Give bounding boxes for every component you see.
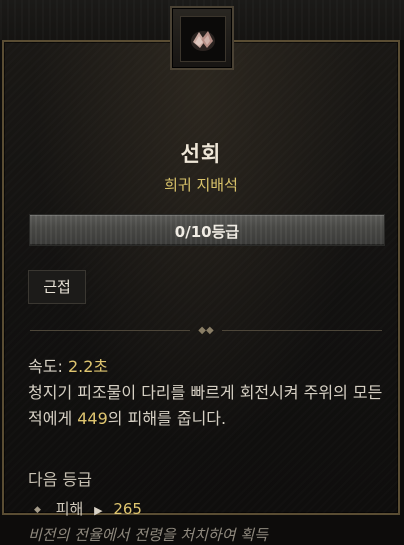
next-rank-stat-label: 피해: [55, 500, 84, 518]
divider-line-right: [222, 330, 382, 331]
item-icon-slot: [180, 16, 226, 62]
description-text-2: 의 피해를 줍니다.: [107, 409, 227, 428]
section-divider: ◆◆: [30, 325, 382, 337]
next-rank-stat: ◆ 피해 ▶ 265: [34, 498, 142, 519]
speed-label: 속도:: [28, 357, 63, 376]
rank-text: 0/10등급: [174, 223, 240, 241]
item-tooltip-panel: 선회 희귀 지배석 0/10등급 근접 ◆◆ 속도: 2.2초 청지기 피조물이…: [2, 40, 400, 544]
next-rank-label: 다음 등급: [28, 470, 92, 489]
diamond-bullet-icon: ◆: [34, 505, 41, 515]
item-rarity: 희귀 지배석: [164, 176, 238, 194]
arrow-right-icon: ▶: [94, 504, 103, 517]
divider-ornament-icon: ◆◆: [198, 325, 214, 336]
item-title: 선회: [180, 142, 222, 166]
category-tag: 근접: [28, 270, 86, 304]
speed-value: 2.2초: [67, 357, 109, 376]
divider-line-left: [30, 330, 190, 331]
crystal-icon: [191, 31, 215, 51]
rank-bar: 0/10등급: [29, 214, 385, 246]
description: 청지기 피조물이 다리를 빠르게 회전시켜 주위의 모든 적에게 449의 피해…: [28, 380, 388, 432]
item-icon-frame: [170, 6, 234, 70]
source-text: 비전의 전율에서 전령을 처치하여 획득: [28, 526, 268, 544]
description-damage-value: 449: [77, 409, 108, 428]
next-rank-stat-value: 265: [113, 500, 142, 518]
speed-line: 속도: 2.2초: [28, 354, 388, 380]
